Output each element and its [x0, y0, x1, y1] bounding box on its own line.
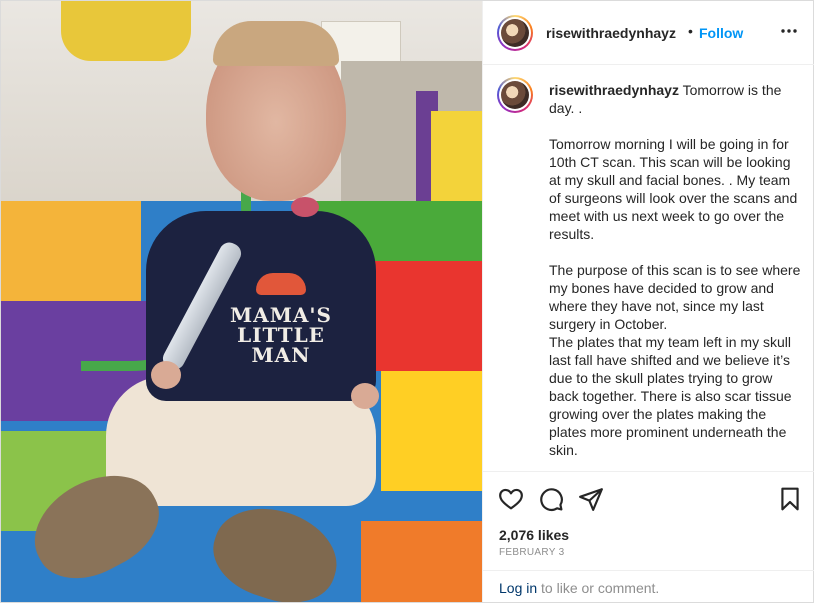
profile-avatar[interactable]	[497, 15, 533, 51]
photo-child-hair	[213, 21, 339, 66]
post-header: risewithraedynhayz • Follow	[483, 1, 814, 65]
caption-username[interactable]: risewithraedynhayz	[549, 82, 679, 98]
mat-tile	[381, 371, 482, 491]
caption-avatar[interactable]	[497, 77, 533, 113]
caption-paragraph: Tomorrow morning I will be going in for …	[549, 136, 802, 242]
caption-first-line: risewithraedynhayz Tomorrow is the day. …	[549, 81, 801, 117]
photo-child-hand	[151, 361, 181, 389]
login-link[interactable]: Log in	[499, 580, 537, 596]
post-photo[interactable]: MAMA'S LITTLE MAN	[1, 1, 482, 602]
likes-count[interactable]: 2,076 likes	[499, 527, 569, 543]
comment-icon[interactable]	[538, 486, 564, 512]
paper-plane-icon[interactable]	[578, 486, 604, 512]
shirt-text: MAMA'S LITTLE MAN	[230, 303, 332, 367]
photo-child-mouth	[291, 197, 319, 217]
caption-area[interactable]: risewithraedynhayz Tomorrow is the day. …	[483, 65, 814, 471]
more-options-icon[interactable]	[779, 21, 799, 41]
caption-paragraph: The purpose of this scan is to see where…	[549, 262, 801, 458]
post-caption: risewithraedynhayz Tomorrow is the day. …	[549, 81, 801, 459]
login-prompt-text: to like or comment.	[537, 580, 660, 596]
login-prompt: Log in to like or comment.	[499, 580, 659, 596]
bookmark-icon[interactable]	[777, 486, 803, 512]
photo-child-hand	[351, 383, 379, 409]
login-footer: Log in to like or comment.	[483, 570, 814, 602]
username-link[interactable]: risewithraedynhayz	[546, 25, 676, 41]
follow-button[interactable]: Follow	[699, 25, 743, 41]
avatar-image	[501, 81, 529, 109]
post-side-panel: risewithraedynhayz • Follow risewithraed…	[482, 1, 814, 602]
instagram-post-window: MAMA'S LITTLE MAN risewithraedynhayz • F…	[0, 0, 814, 603]
cowboy-hat-graphic	[256, 273, 306, 295]
post-date[interactable]: FEBRUARY 3	[499, 547, 564, 558]
avatar-image	[501, 19, 529, 47]
action-bar	[483, 471, 814, 525]
mat-tile	[361, 521, 482, 602]
heart-icon[interactable]	[498, 486, 524, 512]
shirt-print: MAMA'S LITTLE MAN	[226, 273, 336, 365]
photo-high-chair	[61, 1, 191, 61]
separator-dot: •	[688, 23, 693, 39]
